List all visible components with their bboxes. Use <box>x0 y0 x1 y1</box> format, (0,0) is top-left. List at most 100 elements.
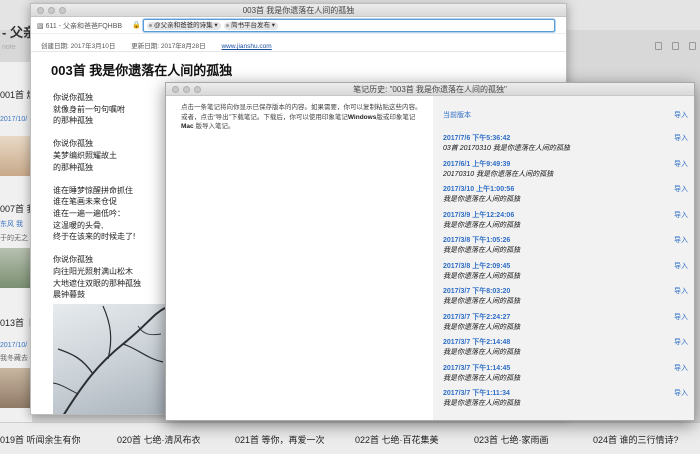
list-item[interactable]: 001首 燃 <box>0 88 32 101</box>
note-body[interactable]: 你说你孤独 就像身前一句句嘱咐 的那种孤独 你说你孤独 美梦编织照耀故土 的那种孤独 谁在睡… <box>53 92 141 301</box>
import-button[interactable]: 导入 <box>674 312 688 322</box>
tree-branches-image <box>53 305 165 414</box>
revision-title: 我是你遗落在人间的孤独 <box>443 247 520 254</box>
revision-item[interactable]: 2017/3/7 下午2:24:27 我是你遗落在人间的孤独 导入 <box>443 312 688 338</box>
list-item[interactable]: 013首 卜 <box>0 316 32 329</box>
revision-item[interactable]: 2017/3/7 下午1:11:34 我是你遗落在人间的孤独 导入 <box>443 388 688 414</box>
background-toolbar-icons <box>655 42 696 50</box>
poem-line: 的那种孤独 <box>53 162 93 172</box>
revision-title: 我是你遗落在人间的孤独 <box>443 221 520 229</box>
revision-title: 我是你遗落在人间的孤独 <box>443 298 520 305</box>
revision-date: 2017/3/8 上午2:09:45 <box>443 262 511 270</box>
revision-current-label: 当前版本 <box>443 112 471 119</box>
revision-item[interactable]: 2017/3/9 上午12:24:06 我是你遗落在人间的孤独 导入 <box>443 210 688 236</box>
import-button[interactable]: 导入 <box>674 210 688 220</box>
share-icon[interactable] <box>655 42 662 50</box>
revision-date: 2017/6/1 上午9:49:39 <box>443 160 511 168</box>
import-button[interactable]: 导入 <box>674 110 688 120</box>
info-icon[interactable] <box>672 42 679 50</box>
import-button[interactable]: 导入 <box>674 286 688 296</box>
revision-date: 2017/3/8 下午1:05:26 <box>443 237 511 244</box>
revision-list: 当前版本 导入 2017/7/6 下午5:36:42 03首 20170310 我… <box>433 96 694 420</box>
tag-chip[interactable]: 简书平台发布 ▾ <box>224 22 279 30</box>
divider <box>31 51 566 52</box>
tag-field[interactable]: @父亲和爸爸的诗集 ▾ 简书平台发布 ▾ <box>143 19 555 32</box>
poem-line: 谁在睡梦惊醒拼命抓住 <box>53 185 133 195</box>
note-history-window: 笔记历史: "003首 我是你遗落在人间的孤独" 点击一条笔记将向你显示已保存版… <box>165 82 695 421</box>
notebook-icon: ▧ <box>37 23 46 30</box>
poem-line: 大地遮住双眼的那种孤独 <box>53 278 141 288</box>
revision-title: 我是你遗落在人间的孤独 <box>443 196 520 203</box>
import-button[interactable]: 导入 <box>674 159 688 169</box>
list-item[interactable]: 019首 听闻余生有你 <box>0 433 81 446</box>
list-item[interactable]: 022首 七绝·百花集美 <box>355 433 439 446</box>
import-button[interactable]: 导入 <box>674 184 688 194</box>
revision-title: 20170310 我是你遗落在人间的孤独 <box>443 170 554 178</box>
tag-chip[interactable]: @父亲和爸爸的诗集 ▾ <box>147 22 221 30</box>
poem-line: 美梦编织照耀故土 <box>53 150 117 160</box>
import-button[interactable]: 导入 <box>674 363 688 373</box>
note-window-titlebar[interactable]: 003首 我是你遗落在人间的孤独 <box>31 4 566 17</box>
revision-date: 2017/3/7 下午8:03:20 <box>443 288 511 295</box>
revision-item[interactable]: 2017/7/6 下午5:36:42 03首 20170310 我是你遗落在人间的… <box>443 133 688 159</box>
poem-line: 晨钟暮鼓 <box>53 290 85 300</box>
background-bottom-note-strip: 019首 听闻余生有你 020首 七绝·清风布衣 021首 等你，再爱一次 02… <box>0 422 700 454</box>
revision-date: 2017/3/7 下午2:14:48 <box>443 339 511 346</box>
revision-title: 03首 20170310 我是你遗落在人间的孤独 <box>443 145 570 152</box>
list-item[interactable]: 2017/10/ <box>0 112 32 123</box>
revision-item[interactable]: 2017/3/10 上午1:00:56 我是你遗落在人间的孤独 导入 <box>443 184 688 210</box>
list-item[interactable]: 2017/10/ 我冬藏去 <box>0 338 32 363</box>
revision-preview-pane: 点击一条笔记将向你显示已保存版本的内容。如果需要，你可以复制粘贴这些内容。或者，… <box>166 96 433 420</box>
revision-date: 2017/3/7 下午1:14:45 <box>443 364 511 372</box>
note-title[interactable]: 003首 我是你遗落在人间的孤独 <box>51 60 232 79</box>
revision-date: 2017/3/7 下午1:11:34 <box>443 390 510 397</box>
poem-line: 你说你孤独 <box>53 255 93 265</box>
notebook-name: 611 - 父亲和爸爸FQHBB <box>45 23 123 30</box>
import-button[interactable]: 导入 <box>674 261 688 271</box>
poem-line: 这温暖的头骨, <box>53 220 104 230</box>
revision-item[interactable]: 2017/3/8 下午1:05:26 我是你遗落在人间的孤独 导入 <box>443 235 688 261</box>
note-thumbnail <box>0 368 32 408</box>
note-metadata: 创建日期: 2017年3月10日 更新日期: 2017年8月28日 www.ji… <box>41 40 272 50</box>
note-thumbnail <box>0 248 32 288</box>
history-window-titlebar[interactable]: 笔记历史: "003首 我是你遗落在人间的孤独" <box>166 83 694 96</box>
list-item[interactable]: 021首 等你，再爱一次 <box>235 433 325 446</box>
poem-line: 你说你孤独 <box>53 93 93 102</box>
revision-item[interactable]: 2017/3/7 下午1:14:45 我是你遗落在人间的孤独 导入 <box>443 363 688 389</box>
revision-item[interactable]: 2017/3/8 上午2:09:45 我是你遗落在人间的孤独 导入 <box>443 261 688 287</box>
lock-icon[interactable]: 🔒 <box>132 21 141 29</box>
revision-item[interactable]: 2017/3/7 下午2:14:48 我是你遗落在人间的孤独 导入 <box>443 337 688 363</box>
poem-line: 向往阳光照射满山松木 <box>53 266 133 276</box>
poem-line: 终于在该来的时候走了! <box>53 232 136 242</box>
revision-item[interactable]: 2017/3/7 下午8:03:20 我是你遗落在人间的孤独 导入 <box>443 286 688 312</box>
source-url-link[interactable]: www.jianshu.com <box>221 43 271 50</box>
import-button[interactable]: 导入 <box>674 235 688 245</box>
revision-date: 2017/3/7 下午2:24:27 <box>443 313 511 321</box>
revision-title: 我是你遗落在人间的孤独 <box>443 323 520 331</box>
revision-item[interactable]: 2017/6/1 上午9:49:39 20170310 我是你遗落在人间的孤独 导入 <box>443 159 688 185</box>
list-item[interactable]: 024首 谁的三行情诗? <box>593 433 679 446</box>
revision-title: 我是你遗落在人间的孤独 <box>443 349 520 356</box>
list-item[interactable]: 007首 我 东风 我 于的无之 <box>0 202 32 243</box>
revision-date: 2017/3/10 上午1:00:56 <box>443 186 515 193</box>
revision-title: 我是你遗落在人间的孤独 <box>443 400 520 407</box>
import-button[interactable]: 导入 <box>674 133 688 143</box>
revision-date: 2017/7/6 下午5:36:42 <box>443 135 511 142</box>
note-thumbnail <box>0 136 32 176</box>
note-window-title: 003首 我是你遗落在人间的孤独 <box>242 6 355 15</box>
poem-line: 你说你孤独 <box>53 139 93 149</box>
revision-date: 2017/3/9 上午12:24:06 <box>443 211 515 219</box>
background-note-list: 001首 燃 2017/10/ 007首 我 东风 我 于的无之 013首 卜 … <box>0 62 32 422</box>
history-instructions: 点击一条笔记将向你显示已保存版本的内容。如果需要，你可以复制粘贴这些内容。或者，… <box>181 104 422 131</box>
background-notebook-subtitle: note <box>2 44 16 51</box>
import-button[interactable]: 导入 <box>674 388 688 398</box>
list-item[interactable]: 023首 七绝·家雨画 <box>474 433 549 446</box>
history-window-title: 笔记历史: "003首 我是你遗落在人间的孤独" <box>353 85 507 94</box>
import-button[interactable]: 导入 <box>674 337 688 347</box>
list-item[interactable]: 020首 七绝·清风布衣 <box>117 433 201 446</box>
layout-icon[interactable] <box>689 42 696 50</box>
notebook-selector[interactable]: ▧ 611 - 父亲和爸爸FQHBB <box>37 21 122 31</box>
